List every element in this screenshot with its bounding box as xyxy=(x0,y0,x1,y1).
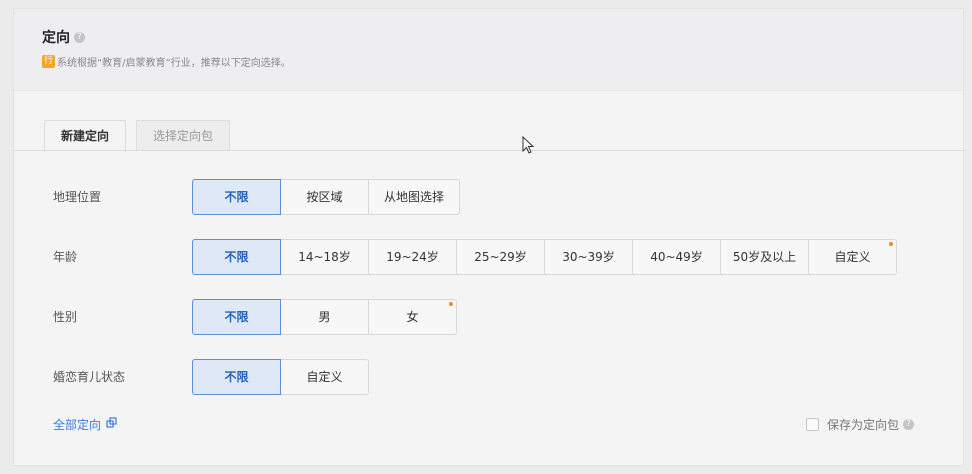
age-option-50-plus[interactable]: 50岁及以上 xyxy=(720,239,809,275)
industry-badge-icon: 行 xyxy=(42,55,55,68)
marital-option-custom[interactable]: 自定义 xyxy=(280,359,369,395)
hint-row: 行 系统根据“教育/启蒙教育”行业，推荐以下定向选择。 xyxy=(42,54,291,69)
tab-divider xyxy=(14,150,963,151)
marital-label: 婚恋育儿状态 xyxy=(53,370,126,384)
gender-option-unlimited[interactable]: 不限 xyxy=(192,299,281,335)
section-title: 定向 xyxy=(42,30,70,46)
gender-option-female[interactable]: 女 xyxy=(368,299,457,335)
location-option-unlimited[interactable]: 不限 xyxy=(192,179,281,215)
gender-label: 性别 xyxy=(53,310,78,324)
external-link-icon xyxy=(106,417,118,432)
age-option-30-39[interactable]: 30~39岁 xyxy=(544,239,633,275)
new-dot-icon xyxy=(449,302,453,306)
age-options: 不限 14~18岁 19~24岁 25~29岁 30~39岁 40~49岁 50… xyxy=(192,239,897,275)
location-option-by-region[interactable]: 按区域 xyxy=(280,179,369,215)
section-header: 定向 ? 行 系统根据“教育/启蒙教育”行业，推荐以下定向选择。 xyxy=(14,9,963,91)
location-label: 地理位置 xyxy=(53,190,102,204)
tab-select-package[interactable]: 选择定向包 xyxy=(136,120,231,151)
tab-new-targeting[interactable]: 新建定向 xyxy=(44,120,127,152)
age-option-19-24[interactable]: 19~24岁 xyxy=(368,239,457,275)
help-icon[interactable]: ? xyxy=(903,419,915,430)
age-option-custom-label: 自定义 xyxy=(834,250,871,264)
location-option-by-map[interactable]: 从地图选择 xyxy=(368,179,460,215)
save-as-package[interactable]: 保存为定向包 ? xyxy=(806,416,915,433)
save-package-checkbox[interactable] xyxy=(806,418,819,431)
age-option-unlimited[interactable]: 不限 xyxy=(192,239,281,275)
age-option-40-49[interactable]: 40~49岁 xyxy=(632,239,721,275)
age-option-25-29[interactable]: 25~29岁 xyxy=(456,239,545,275)
mouse-cursor-icon xyxy=(522,136,535,154)
title-row: 定向 ? xyxy=(42,27,85,47)
gender-options: 不限 男 女 xyxy=(192,299,457,335)
recommendation-hint: 系统根据“教育/启蒙教育”行业，推荐以下定向选择。 xyxy=(57,58,291,69)
new-dot-icon xyxy=(889,242,893,246)
gender-option-male[interactable]: 男 xyxy=(280,299,369,335)
all-targeting-label: 全部定向 xyxy=(53,418,102,432)
help-icon[interactable]: ? xyxy=(74,31,85,43)
gender-option-female-label: 女 xyxy=(406,310,419,324)
all-targeting-link[interactable]: 全部定向 xyxy=(53,416,118,433)
location-options: 不限 按区域 从地图选择 xyxy=(192,179,460,215)
targeting-panel: 定向 ? 行 系统根据“教育/启蒙教育”行业，推荐以下定向选择。 新建定向 选择… xyxy=(13,8,964,466)
marital-options: 不限 自定义 xyxy=(192,359,369,395)
age-option-14-18[interactable]: 14~18岁 xyxy=(280,239,369,275)
age-label: 年龄 xyxy=(53,250,78,264)
save-package-label: 保存为定向包 xyxy=(827,418,900,432)
marital-option-unlimited[interactable]: 不限 xyxy=(192,359,281,395)
tab-bar: 新建定向 选择定向包 xyxy=(44,120,240,152)
age-option-custom[interactable]: 自定义 xyxy=(808,239,897,275)
